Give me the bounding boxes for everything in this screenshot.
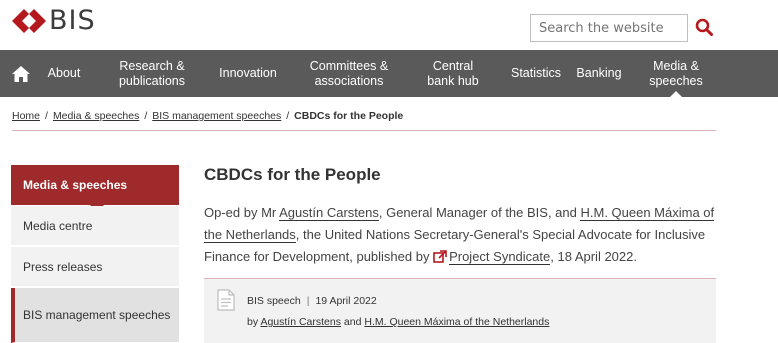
lead-text: , 18 April 2022. [550, 249, 637, 264]
nav-item-about[interactable]: About [42, 50, 86, 97]
speech-author-link-queen-maxima[interactable]: H.M. Queen Máxima of the Netherlands [364, 316, 549, 328]
nav-item-central-bank-hub[interactable]: Central bank hub [422, 50, 484, 97]
breadcrumb-divider [12, 130, 716, 131]
lead-text: , General Manager of the BIS, and [378, 205, 581, 220]
author-link-carstens[interactable]: Agustín Carstens [279, 205, 379, 221]
bis-logo-mark [12, 8, 46, 34]
sidebar-heading[interactable]: Media & speeches [11, 165, 179, 205]
nav-item-research-publications[interactable]: Research & publications [110, 50, 194, 97]
external-link-icon [433, 248, 447, 270]
breadcrumb-separator: / [286, 110, 290, 122]
sidebar-item-media-centre[interactable]: Media centre [11, 206, 179, 246]
search-box [530, 14, 688, 42]
search-icon [695, 18, 713, 36]
nav-item-statistics[interactable]: Statistics [504, 50, 568, 97]
speech-author-link-carstens[interactable]: Agustín Carstens [260, 316, 341, 328]
speech-authors: by Agustín Carstens and H.M. Queen Máxim… [247, 316, 549, 328]
breadcrumb-separator: / [144, 110, 148, 122]
sidebar-item-bis-management-speeches[interactable]: BIS management speeches [11, 288, 179, 343]
speech-info-box: BIS speech | 19 April 2022 by Agustín Cars… [204, 278, 716, 343]
speech-date: 19 April 2022 [315, 295, 377, 307]
breadcrumb: Home / Media & speeches / BIS management spe… [12, 110, 403, 122]
by-label: by [247, 316, 259, 328]
home-icon [12, 65, 30, 82]
breadcrumb-bis-management-speeches[interactable]: BIS management speeches [152, 110, 281, 122]
nav-item-committees-associations[interactable]: Committees & associations [300, 50, 398, 97]
speech-type: BIS speech [247, 295, 301, 307]
page-title: CBDCs for the People [204, 165, 381, 184]
speech-meta: BIS speech | 19 April 2022 [247, 295, 377, 307]
meta-separator: | [306, 295, 310, 307]
and-label: and [343, 316, 362, 328]
bis-logo[interactable]: BIS [12, 5, 96, 36]
search-button[interactable] [692, 14, 716, 40]
main-nav: About Research & publications Innovation… [0, 50, 778, 97]
nav-home[interactable] [10, 50, 32, 97]
article-lead: Op-ed by Mr Agustín Carstens, General Ma… [204, 202, 720, 270]
nav-item-media-speeches[interactable]: Media & speeches [644, 50, 708, 97]
publisher-link[interactable]: Project Syndicate [449, 249, 551, 265]
breadcrumb-separator: / [45, 110, 48, 122]
document-icon [217, 289, 235, 315]
breadcrumb-home[interactable]: Home [12, 110, 40, 122]
lead-text: Op-ed by Mr [204, 205, 280, 220]
sidebar-item-press-releases[interactable]: Press releases [11, 247, 179, 287]
search-input[interactable] [531, 15, 687, 41]
logo-text: BIS [49, 5, 96, 36]
nav-item-innovation[interactable]: Innovation [212, 50, 284, 97]
breadcrumb-current: CBDCs for the People [294, 110, 404, 122]
nav-active-indicator [670, 91, 682, 97]
breadcrumb-media-speeches[interactable]: Media & speeches [53, 110, 139, 122]
nav-item-banking[interactable]: Banking [570, 50, 628, 97]
